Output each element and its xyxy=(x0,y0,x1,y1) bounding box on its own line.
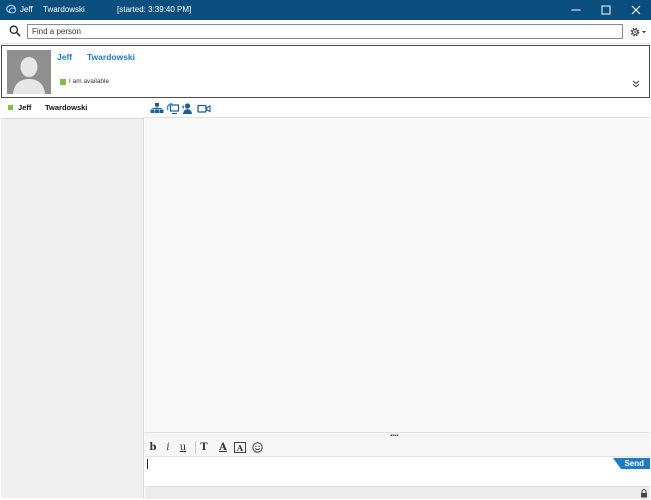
conversation-start-time: [started: 3:39:40 PM] xyxy=(117,5,192,14)
video-camera-icon[interactable] xyxy=(197,102,211,115)
chat-bubbles-icon xyxy=(6,4,17,17)
window-title-last-name: Twardowski xyxy=(43,5,85,14)
font-button[interactable]: T xyxy=(199,441,209,454)
minimize-icon xyxy=(571,9,581,11)
person-silhouette-icon xyxy=(7,50,51,94)
lock-icon xyxy=(640,489,648,500)
smiley-icon[interactable] xyxy=(251,441,263,454)
message-history xyxy=(145,119,650,432)
double-chevron-down-icon xyxy=(632,80,640,88)
screen-share-icon[interactable] xyxy=(166,102,180,115)
expand-card-button[interactable] xyxy=(632,80,640,90)
close-button[interactable] xyxy=(621,0,651,20)
message-compose-area[interactable]: Send xyxy=(145,457,650,486)
chevron-down-icon xyxy=(641,31,647,34)
presence-indicator xyxy=(60,79,66,85)
highlight-button[interactable]: A xyxy=(234,442,246,453)
participant-list: Jeff Twardowski xyxy=(1,98,144,498)
contact-last-name[interactable]: Twardowski xyxy=(87,52,135,62)
maximize-icon xyxy=(601,5,611,15)
participant-item[interactable]: Jeff Twardowski xyxy=(1,98,144,119)
search-input[interactable] xyxy=(27,24,623,39)
send-button-label: Send xyxy=(624,459,644,468)
presence-indicator xyxy=(8,105,13,110)
title-bar: Jeff Twardowski [started: 3:39:40 PM] xyxy=(0,0,651,20)
text-caret xyxy=(147,459,148,469)
options-menu-button[interactable] xyxy=(629,24,649,40)
font-color-button[interactable]: A xyxy=(217,441,229,454)
italic-button[interactable]: i xyxy=(163,441,173,454)
search-bar xyxy=(0,20,651,44)
maximize-button[interactable] xyxy=(591,0,621,20)
avatar[interactable] xyxy=(7,50,51,94)
contact-status: I am available xyxy=(69,78,110,85)
conversation-toolbar xyxy=(145,99,650,118)
participants-icon[interactable] xyxy=(150,102,164,115)
contact-card: Jeff Twardowski I am available xyxy=(1,45,650,98)
formatting-toolbar: b i u T A A xyxy=(145,438,650,457)
add-person-icon[interactable] xyxy=(181,102,195,115)
participant-last-name: Twardowski xyxy=(45,103,88,112)
close-icon xyxy=(631,5,641,15)
gear-icon xyxy=(630,27,640,37)
search-icon[interactable] xyxy=(9,25,21,39)
status-bar xyxy=(145,486,650,499)
toolbar-divider xyxy=(195,441,196,454)
participant-first-name: Jeff xyxy=(18,103,32,112)
bold-button[interactable]: b xyxy=(148,441,158,454)
minimize-button[interactable] xyxy=(561,0,591,20)
contact-first-name[interactable]: Jeff xyxy=(57,52,72,62)
underline-button[interactable]: u xyxy=(178,441,188,454)
window-title-first-name: Jeff xyxy=(20,5,33,14)
send-button[interactable]: Send xyxy=(613,458,650,469)
